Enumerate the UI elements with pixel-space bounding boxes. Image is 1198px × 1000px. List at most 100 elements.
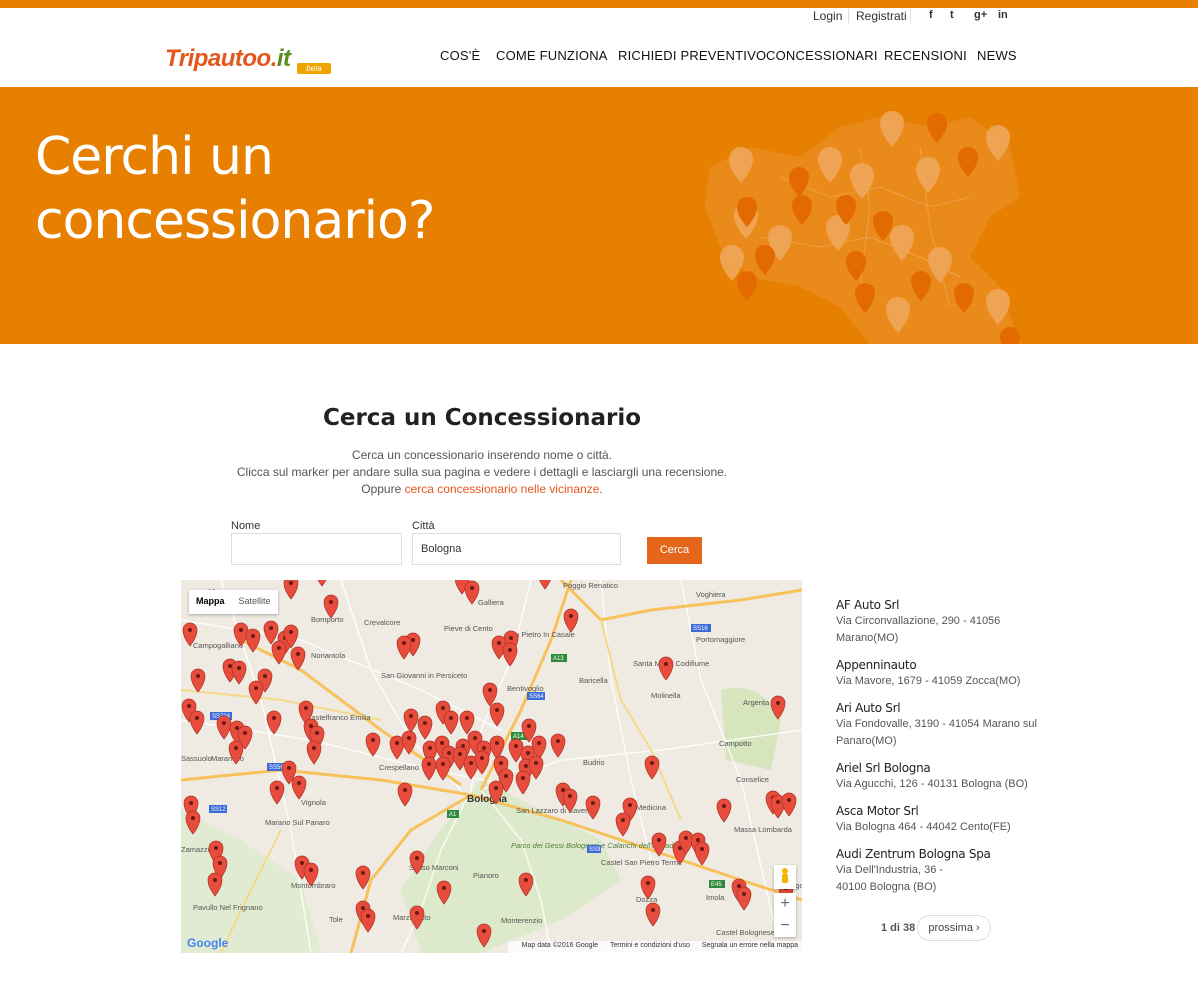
list-item[interactable]: Asca Motor Srl Via Bologna 464 - 44042 C…	[836, 804, 1056, 836]
login-link[interactable]: Login	[813, 9, 842, 23]
dealer-marker-dot	[534, 761, 538, 765]
dealer-marker-dot	[526, 751, 530, 755]
svg-text:Pieve di Cento: Pieve di Cento	[444, 624, 493, 633]
svg-text:SS9: SS9	[589, 847, 601, 853]
search-button[interactable]: Cerca	[647, 537, 702, 564]
top-accent-bar	[0, 0, 1198, 8]
city-label: Città	[412, 520, 435, 532]
zoom-in-button[interactable]: +	[774, 893, 796, 915]
dealer-name[interactable]: Ari Auto Srl	[836, 701, 1056, 715]
nav-item-news[interactable]: NEWS	[977, 48, 1017, 63]
street-view-pegman-icon[interactable]	[774, 865, 796, 889]
dealer-marker-dot	[482, 746, 486, 750]
svg-text:Campotto: Campotto	[719, 739, 752, 748]
zoom-control: + −	[774, 893, 796, 937]
dealer-marker-dot	[289, 581, 293, 585]
city-input[interactable]	[412, 533, 621, 565]
list-item[interactable]: AF Auto Srl Via Circonvallazione, 290 - …	[836, 598, 1056, 647]
dealer-marker-dot	[556, 739, 560, 743]
twitter-icon[interactable]: t	[950, 9, 954, 21]
map-type-map-button[interactable]: Mappa	[189, 590, 232, 614]
svg-text:Bentivoglio: Bentivoglio	[507, 684, 544, 693]
list-item[interactable]: Ariel Srl Bologna Via Agucchi, 126 - 401…	[836, 761, 1056, 793]
map-report-link[interactable]: Segnala un errore nella mappa	[702, 942, 798, 949]
svg-text:Imola: Imola	[706, 893, 725, 902]
dealer-name[interactable]: Asca Motor Srl	[836, 804, 1056, 818]
dealer-marker-dot	[495, 741, 499, 745]
dealer-marker-dot	[361, 871, 365, 875]
svg-text:Conselice: Conselice	[736, 775, 769, 784]
name-label: Nome	[231, 520, 261, 532]
google-plus-icon[interactable]: g+	[974, 9, 987, 21]
dealer-marker-dot	[296, 652, 300, 656]
dealer-marker-dot	[329, 600, 333, 604]
svg-text:SS16: SS16	[693, 626, 708, 632]
dealer-name[interactable]: Ariel Srl Bologna	[836, 761, 1056, 775]
dealer-marker-dot	[235, 726, 239, 730]
svg-text:Castel San Pietro Terme: Castel San Pietro Terme	[601, 858, 682, 867]
zoom-out-button[interactable]: −	[774, 915, 796, 937]
dealer-map[interactable]: Poggio Renatico Vigarano Galliera Voghie…	[181, 580, 802, 953]
dealer-marker-dot	[407, 736, 411, 740]
dealer-marker-dot	[628, 803, 632, 807]
dealer-address: Via Mavore, 1679 - 41059 Zocca(MO)	[836, 675, 1021, 687]
dealer-name[interactable]: AF Auto Srl	[836, 598, 1056, 612]
dealer-marker-dot	[737, 884, 741, 888]
map-type-satellite-button[interactable]: Satellite	[232, 590, 278, 614]
dealer-marker-dot	[465, 716, 469, 720]
svg-text:San Lazzaro di Savena: San Lazzaro di Savena	[516, 806, 594, 815]
divider	[848, 9, 849, 23]
svg-text:Marano Sul Panaro: Marano Sul Panaro	[265, 818, 330, 827]
site-header: Login Registrati f t g+ in Tripautoo.it …	[0, 8, 1198, 87]
dealer-marker-dot	[402, 641, 406, 645]
register-link[interactable]: Registrati	[856, 9, 907, 23]
dealer-name[interactable]: Appenninauto	[836, 658, 1056, 672]
nav-item-recensioni[interactable]: RECENSIONI	[884, 48, 967, 63]
dealer-marker-dot	[480, 756, 484, 760]
dealer-address: Via Dell'Industria, 36 - 40100 Bologna (…	[836, 864, 944, 893]
dealer-address: Via Bologna 464 - 44042 Cento(FE)	[836, 821, 1011, 833]
name-input[interactable]	[231, 533, 402, 565]
dealer-marker-dot	[591, 801, 595, 805]
svg-text:Castel Bolognese: Castel Bolognese	[716, 928, 775, 937]
dealer-marker-dot	[189, 801, 193, 805]
dealer-marker-dot	[427, 762, 431, 766]
map-tiles: Poggio Renatico Vigarano Galliera Voghie…	[181, 580, 802, 953]
dealer-marker-dot	[403, 788, 407, 792]
svg-text:Sassuolo: Sassuolo	[181, 754, 212, 763]
svg-text:Medicina: Medicina	[636, 803, 667, 812]
dealer-marker-dot	[191, 816, 195, 820]
nav-item-concessionari[interactable]: CONCESSIONARI	[766, 48, 878, 63]
svg-text:Massa Lombarda: Massa Lombarda	[734, 825, 793, 834]
nav-item-richiedi-preventivo[interactable]: RICHIEDI PREVENTIVO	[618, 48, 766, 63]
dealer-marker-dot	[449, 716, 453, 720]
dealer-marker-dot	[527, 724, 531, 728]
linkedin-icon[interactable]: in	[998, 9, 1008, 21]
dealer-marker-dot	[499, 761, 503, 765]
dealer-marker-dot	[239, 628, 243, 632]
dealer-marker-dot	[188, 628, 192, 632]
svg-text:Argenta: Argenta	[743, 698, 770, 707]
dealer-marker-dot	[251, 634, 255, 638]
map-terms-link[interactable]: Termini e condizioni d'uso	[610, 942, 690, 949]
dealer-marker-dot	[312, 746, 316, 750]
dealer-marker-dot	[297, 781, 301, 785]
list-item[interactable]: Appenninauto Via Mavore, 1679 - 41059 Zo…	[836, 658, 1056, 690]
nearby-search-link[interactable]: cerca concessionario nelle vicinanze	[405, 482, 600, 496]
dealer-marker-dot	[469, 761, 473, 765]
svg-text:Molinella: Molinella	[651, 691, 681, 700]
dealer-marker-dot	[504, 774, 508, 778]
dealer-name[interactable]: Audi Zentrum Bologna Spa	[836, 847, 1056, 861]
dealer-marker-dot	[657, 838, 661, 842]
list-item[interactable]: Ari Auto Srl Via Fondovalle, 3190 - 4105…	[836, 701, 1056, 750]
facebook-icon[interactable]: f	[929, 9, 933, 21]
dealer-marker-dot	[696, 838, 700, 842]
list-item[interactable]: Audi Zentrum Bologna Spa Via Dell'Indust…	[836, 847, 1056, 896]
next-page-button[interactable]: prossima ›	[917, 915, 991, 941]
dealer-marker-dot	[315, 731, 319, 735]
svg-text:Pavullo Nel Frignano: Pavullo Nel Frignano	[193, 903, 263, 912]
nav-item-come-funziona[interactable]: COME FUNZIONA	[496, 48, 608, 63]
nav-item-cose[interactable]: COS'È	[440, 48, 480, 63]
dealer-marker-dot	[524, 878, 528, 882]
dealer-marker-dot	[650, 761, 654, 765]
